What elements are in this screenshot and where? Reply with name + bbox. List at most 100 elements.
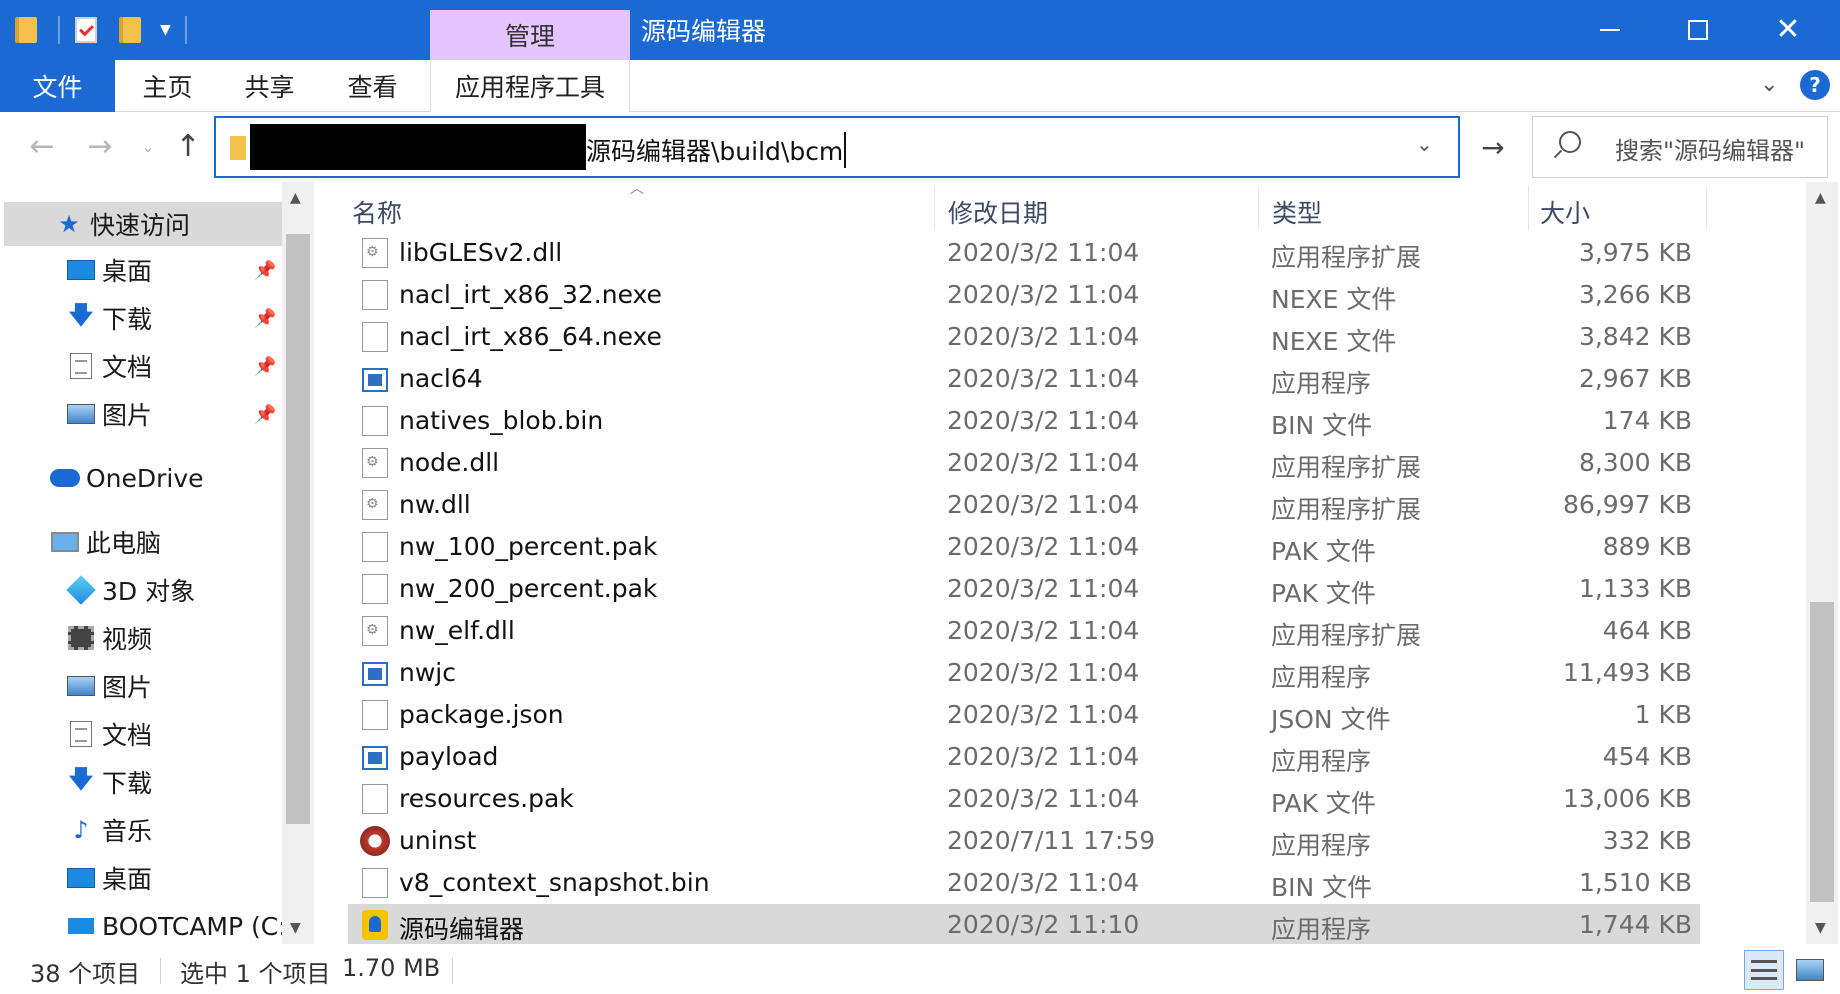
maximize-button[interactable] <box>1658 0 1738 60</box>
nav-music[interactable]: ♪ 音乐 <box>0 808 284 852</box>
nav-pane-scroll-thumb[interactable] <box>286 234 310 824</box>
file-list-scrollbar[interactable]: ▲ ▼ <box>1806 182 1838 944</box>
nav-desktop[interactable]: 桌面 <box>0 856 284 900</box>
details-view-icon <box>1751 960 1777 980</box>
nav-pinned-desktop[interactable]: 桌面 📌 <box>0 248 284 292</box>
table-row[interactable]: libGLESv2.dll 2020/3/2 11:04 应用程序扩展 3,975 K… <box>348 232 1700 274</box>
address-path-text[interactable]: 源码编辑器\build\bcm <box>586 132 847 168</box>
table-row[interactable]: nacl64 2020/3/2 11:04 应用程序 2,967 KB <box>348 358 1700 400</box>
star-icon: ★ <box>58 210 80 238</box>
file-date: 2020/3/2 11:04 <box>947 574 1140 603</box>
onedrive-cloud-icon <box>50 463 80 493</box>
file-name: 源码编辑器 <box>399 915 525 944</box>
folder-icon[interactable] <box>8 10 44 50</box>
forward-button[interactable]: → <box>80 126 120 166</box>
address-bar[interactable]: 源码编辑器\build\bcm ⌄ <box>214 116 1460 178</box>
nav-bootcamp-drive[interactable]: BOOTCAMP (C: <box>0 904 287 944</box>
column-header-date[interactable]: 修改日期 <box>948 194 1048 230</box>
scroll-down-icon[interactable]: ▼ <box>1815 920 1826 936</box>
file-size: 1,133 KB <box>1578 574 1692 603</box>
application-icon <box>362 746 388 770</box>
minimize-button[interactable] <box>1570 0 1650 60</box>
table-row[interactable]: nw_100_percent.pak 2020/3/2 11:04 PAK 文件 88… <box>348 526 1700 568</box>
table-row[interactable]: node.dll 2020/3/2 11:04 应用程序扩展 8,300 KB <box>348 442 1700 484</box>
table-row[interactable]: package.json 2020/3/2 11:04 JSON 文件 1 KB <box>348 694 1700 736</box>
go-button[interactable]: → <box>1468 116 1518 178</box>
back-button[interactable]: ← <box>22 126 62 166</box>
close-button[interactable]: ✕ <box>1748 0 1828 60</box>
file-type: JSON 文件 <box>1271 705 1391 734</box>
table-row[interactable]: nwjc 2020/3/2 11:04 应用程序 11,493 KB <box>348 652 1700 694</box>
nav-onedrive[interactable]: OneDrive <box>0 456 284 500</box>
dll-file-icon <box>362 238 388 268</box>
download-icon: 🡇 <box>68 764 94 793</box>
selection-size: 1.70 MB <box>342 954 441 982</box>
table-row[interactable]: 源码编辑器 2020/3/2 11:10 应用程序 1,744 KB <box>348 904 1700 944</box>
context-tab-manage[interactable]: 管理 <box>430 10 630 60</box>
search-input[interactable]: 搜索"源码编辑器" <box>1532 116 1828 178</box>
table-row[interactable]: resources.pak 2020/3/2 11:04 PAK 文件 13,006 … <box>348 778 1700 820</box>
nav-documents[interactable]: 文档 <box>0 712 284 756</box>
help-icon[interactable]: ? <box>1800 70 1830 100</box>
file-date: 2020/3/2 11:04 <box>947 616 1140 645</box>
file-icon <box>362 406 388 436</box>
nav-this-pc[interactable]: 此电脑 <box>0 520 284 564</box>
nav-3d-objects[interactable]: 3D 对象 <box>0 568 284 612</box>
scroll-down-icon[interactable]: ▼ <box>290 920 301 936</box>
address-history-chevron-icon[interactable]: ⌄ <box>1416 132 1433 156</box>
tab-share[interactable]: 共享 <box>222 60 317 112</box>
table-row[interactable]: nacl_irt_x86_32.nexe 2020/3/2 11:04 NEXE 文… <box>348 274 1700 316</box>
file-date: 2020/3/2 11:04 <box>947 490 1140 519</box>
table-row[interactable]: payload 2020/3/2 11:04 应用程序 454 KB <box>348 736 1700 778</box>
nav-downloads[interactable]: 🡇 下载 <box>0 760 284 804</box>
tab-file[interactable]: 文件 <box>0 60 115 112</box>
nav-pinned-pictures[interactable]: 图片 📌 <box>0 392 284 436</box>
file-size: 1 KB <box>1634 700 1692 729</box>
column-header-size[interactable]: 大小 <box>1540 194 1590 230</box>
quick-access-toolbar: ▼ <box>0 0 187 60</box>
table-row[interactable]: nw_200_percent.pak 2020/3/2 11:04 PAK 文件 1,… <box>348 568 1700 610</box>
customize-qat-chevron-icon[interactable]: ▼ <box>160 22 171 38</box>
nav-pinned-downloads[interactable]: 🡇 下载 📌 <box>0 296 284 340</box>
scroll-up-icon[interactable]: ▲ <box>290 190 301 206</box>
table-row[interactable]: natives_blob.bin 2020/3/2 11:04 BIN 文件 174 … <box>348 400 1700 442</box>
arrow-right-icon: → <box>87 128 113 164</box>
file-type: PAK 文件 <box>1271 537 1376 566</box>
file-type: 应用程序 <box>1271 369 1372 398</box>
table-row[interactable]: v8_context_snapshot.bin 2020/3/2 11:04 BIN… <box>348 862 1700 904</box>
file-date: 2020/3/2 11:10 <box>947 910 1140 939</box>
nav-pictures[interactable]: 图片 <box>0 664 284 708</box>
table-row[interactable]: nw_elf.dll 2020/3/2 11:04 应用程序扩展 464 KB <box>348 610 1700 652</box>
nav-videos[interactable]: 视频 <box>0 616 284 660</box>
nav-label: 图片 <box>102 673 153 702</box>
tab-view[interactable]: 查看 <box>325 60 420 112</box>
scroll-up-icon[interactable]: ▲ <box>1815 190 1826 206</box>
table-row[interactable]: uninst 2020/7/11 17:59 应用程序 332 KB <box>348 820 1700 862</box>
maximize-icon <box>1688 20 1708 40</box>
expand-ribbon-chevron-icon[interactable]: ⌄ <box>1760 72 1778 97</box>
column-header-name[interactable]: 名称 <box>352 194 402 230</box>
up-button[interactable]: ↑ <box>168 126 208 166</box>
table-row[interactable]: nw.dll 2020/3/2 11:04 应用程序扩展 86,997 KB <box>348 484 1700 526</box>
new-folder-icon[interactable] <box>112 10 148 50</box>
tab-home[interactable]: 主页 <box>120 60 215 112</box>
column-divider[interactable] <box>934 186 935 230</box>
column-header-type[interactable]: 类型 <box>1272 194 1322 230</box>
column-divider[interactable] <box>1258 186 1259 230</box>
nav-label: 音乐 <box>102 817 153 846</box>
column-divider[interactable] <box>1706 186 1707 230</box>
file-size: 454 KB <box>1602 742 1692 771</box>
properties-icon[interactable] <box>68 10 104 50</box>
large-icons-view-button[interactable] <box>1790 950 1830 990</box>
nav-pane-scrollbar[interactable]: ▲ ▼ <box>282 182 314 944</box>
file-list-scroll-thumb[interactable] <box>1810 602 1834 902</box>
tab-application-tools[interactable]: 应用程序工具 <box>430 60 630 112</box>
table-row[interactable]: nacl_irt_x86_64.nexe 2020/3/2 11:04 NEXE 文… <box>348 316 1700 358</box>
nav-pinned-documents[interactable]: 文档 📌 <box>0 344 284 388</box>
nav-quick-access[interactable]: ★ 快速访问 <box>4 202 282 246</box>
recent-locations-button[interactable]: ⌄ <box>128 126 168 166</box>
file-name: v8_context_snapshot.bin <box>399 868 710 897</box>
file-size: 174 KB <box>1602 406 1692 435</box>
column-divider[interactable] <box>1528 186 1529 230</box>
details-view-button[interactable] <box>1744 950 1784 990</box>
